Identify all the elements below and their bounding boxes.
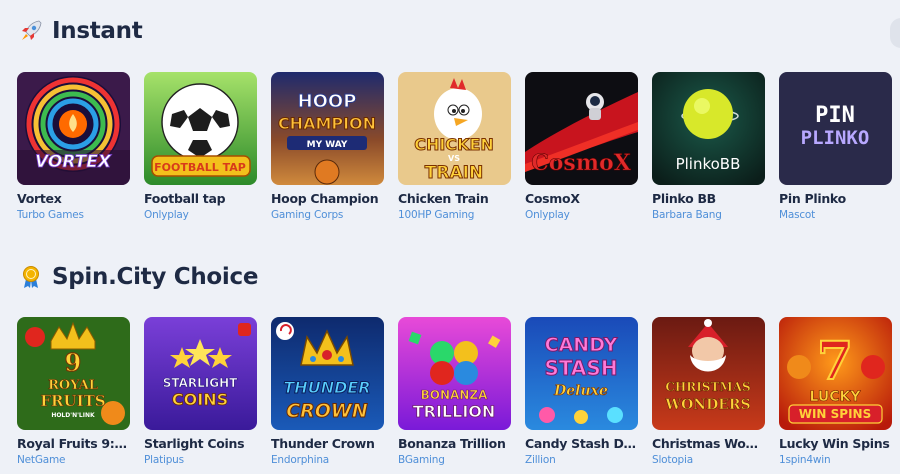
- game-thumbnail[interactable]: FOOTBALL TAP: [144, 72, 257, 185]
- game-thumbnail[interactable]: CHRISTMAS WONDERS: [652, 317, 765, 430]
- game-card-hoop-champion[interactable]: HOOP CHAMPION MY WAY Hoop Champion Gamin…: [271, 72, 384, 221]
- art-subtitle: PLINKO: [801, 127, 870, 149]
- game-card-candy-stash-deluxe[interactable]: CANDY STASH Deluxe Candy Stash Deluxe Zi…: [525, 317, 638, 466]
- game-card-christmas-wonders[interactable]: CHRISTMAS WONDERS Christmas Wonders Slot…: [652, 317, 765, 466]
- art-title: CosmoX: [531, 150, 632, 176]
- game-name[interactable]: Royal Fruits 9: Hold 'n' Link: [17, 436, 130, 451]
- art-tagline: MY WAY: [307, 140, 348, 150]
- art-title: BONANZA: [421, 388, 488, 402]
- art-title: HOOP: [298, 91, 357, 112]
- section-header-instant: Instant: [18, 18, 143, 44]
- art-title: CHRISTMAS: [665, 380, 750, 394]
- art-title: PIN: [815, 103, 855, 128]
- game-card-chicken-train[interactable]: CHICKEN VS TRAIN Chicken Train 100HP Gam…: [398, 72, 511, 221]
- art-title: FOOTBALL TAP: [154, 161, 246, 174]
- game-thumbnail[interactable]: PIN PLINKO: [779, 72, 892, 185]
- game-provider[interactable]: Barbara Bang: [652, 209, 765, 221]
- art-number: 9: [65, 348, 82, 377]
- game-card-royal-fruits[interactable]: 9 ROYAL FRUITS HOLD'N'LINK Royal Fruits …: [17, 317, 130, 466]
- game-card-cosmox[interactable]: CosmoX CosmoX Onlyplay: [525, 72, 638, 221]
- game-name[interactable]: Vortex: [17, 191, 130, 206]
- game-provider[interactable]: Onlyplay: [525, 209, 638, 221]
- game-provider[interactable]: Onlyplay: [144, 209, 257, 221]
- art-vs: VS: [448, 154, 460, 163]
- game-provider[interactable]: Zillion: [525, 454, 638, 466]
- game-thumbnail[interactable]: STARLIGHT COINS: [144, 317, 257, 430]
- art-title: CANDY: [545, 334, 618, 356]
- game-thumbnail[interactable]: THUNDER CROWN: [271, 317, 384, 430]
- art-title: LUCKY: [809, 389, 861, 405]
- game-card-pin-plinko[interactable]: PIN PLINKO Pin Plinko Mascot: [779, 72, 892, 221]
- art-subtitle: WIN SPINS: [799, 407, 872, 421]
- section-title: Spin.City Choice: [52, 264, 259, 290]
- game-provider[interactable]: Endorphina: [271, 454, 384, 466]
- art-number: 7: [817, 331, 853, 392]
- game-provider[interactable]: Gaming Corps: [271, 209, 384, 221]
- game-provider[interactable]: Mascot: [779, 209, 892, 221]
- game-thumbnail[interactable]: VORTEX: [17, 72, 130, 185]
- game-name[interactable]: Candy Stash Deluxe: [525, 436, 638, 451]
- game-card-vortex[interactable]: VORTEX Vortex Turbo Games: [17, 72, 130, 221]
- game-name[interactable]: Starlight Coins: [144, 436, 257, 451]
- game-card-plinko-bb[interactable]: PlinkoBB Plinko BB Barbara Bang: [652, 72, 765, 221]
- art-title: PlinkoBB: [676, 155, 741, 173]
- game-thumbnail[interactable]: 9 ROYAL FRUITS HOLD'N'LINK: [17, 317, 130, 430]
- medal-icon: [18, 264, 44, 290]
- game-thumbnail[interactable]: BONANZA TRILLION: [398, 317, 511, 430]
- game-provider[interactable]: BGaming: [398, 454, 511, 466]
- game-provider[interactable]: 100HP Gaming: [398, 209, 511, 221]
- art-subtitle: FRUITS: [40, 392, 105, 410]
- game-name[interactable]: Thunder Crown: [271, 436, 384, 451]
- game-name[interactable]: Chicken Train: [398, 191, 511, 206]
- game-row-spincity-choice: 9 ROYAL FRUITS HOLD'N'LINK Royal Fruits …: [17, 317, 900, 466]
- game-provider[interactable]: Platipus: [144, 454, 257, 466]
- art-subtitle: TRAIN: [425, 163, 483, 183]
- game-card-football-tap[interactable]: FOOTBALL TAP Football tap Onlyplay: [144, 72, 257, 221]
- game-name[interactable]: Christmas Wonders: [652, 436, 765, 451]
- game-thumbnail[interactable]: HOOP CHAMPION MY WAY: [271, 72, 384, 185]
- scroll-right-button[interactable]: [890, 18, 900, 48]
- game-name[interactable]: Pin Plinko: [779, 191, 892, 206]
- game-provider[interactable]: 1spin4win: [779, 454, 892, 466]
- art-subtitle: STASH: [544, 356, 617, 380]
- game-provider[interactable]: Slotopia: [652, 454, 765, 466]
- art-tagline: Deluxe: [553, 383, 608, 399]
- art-subtitle: WONDERS: [664, 397, 750, 413]
- art-title: STARLIGHT: [163, 376, 238, 390]
- game-thumbnail[interactable]: CHICKEN VS TRAIN: [398, 72, 511, 185]
- art-title: ROYAL: [48, 378, 98, 393]
- game-name[interactable]: CosmoX: [525, 191, 638, 206]
- art-subtitle: CHAMPION: [278, 114, 376, 133]
- game-thumbnail[interactable]: CANDY STASH Deluxe: [525, 317, 638, 430]
- game-card-lucky-win-spins[interactable]: 7 LUCKY WIN SPINS Lucky Win Spins 1spin4…: [779, 317, 892, 466]
- section-title: Instant: [52, 18, 143, 44]
- art-subtitle: TRILLION: [413, 402, 496, 421]
- section-header-spincity-choice: Spin.City Choice: [18, 264, 258, 290]
- game-name[interactable]: Hoop Champion: [271, 191, 384, 206]
- game-name[interactable]: Bonanza Trillion: [398, 436, 511, 451]
- art-subtitle: COINS: [172, 390, 228, 409]
- game-name[interactable]: Football tap: [144, 191, 257, 206]
- game-name[interactable]: Lucky Win Spins: [779, 436, 892, 451]
- art-title: CHICKEN: [414, 135, 494, 154]
- game-provider[interactable]: NetGame: [17, 454, 130, 466]
- art-subtitle: CROWN: [286, 400, 368, 422]
- game-row-instant: VORTEX Vortex Turbo Games FOOTBALL TAP F…: [17, 72, 900, 221]
- rocket-icon: [18, 18, 44, 44]
- game-thumbnail[interactable]: CosmoX: [525, 72, 638, 185]
- art-title: THUNDER: [283, 378, 370, 397]
- art-title: VORTEX: [35, 152, 112, 172]
- game-name[interactable]: Plinko BB: [652, 191, 765, 206]
- game-thumbnail[interactable]: 7 LUCKY WIN SPINS: [779, 317, 892, 430]
- game-card-starlight-coins[interactable]: STARLIGHT COINS Starlight Coins Platipus: [144, 317, 257, 466]
- game-card-thunder-crown[interactable]: THUNDER CROWN Thunder Crown Endorphina: [271, 317, 384, 466]
- art-tagline: HOLD'N'LINK: [51, 412, 95, 419]
- game-thumbnail[interactable]: PlinkoBB: [652, 72, 765, 185]
- game-provider[interactable]: Turbo Games: [17, 209, 130, 221]
- game-card-bonanza-trillion[interactable]: BONANZA TRILLION Bonanza Trillion BGamin…: [398, 317, 511, 466]
